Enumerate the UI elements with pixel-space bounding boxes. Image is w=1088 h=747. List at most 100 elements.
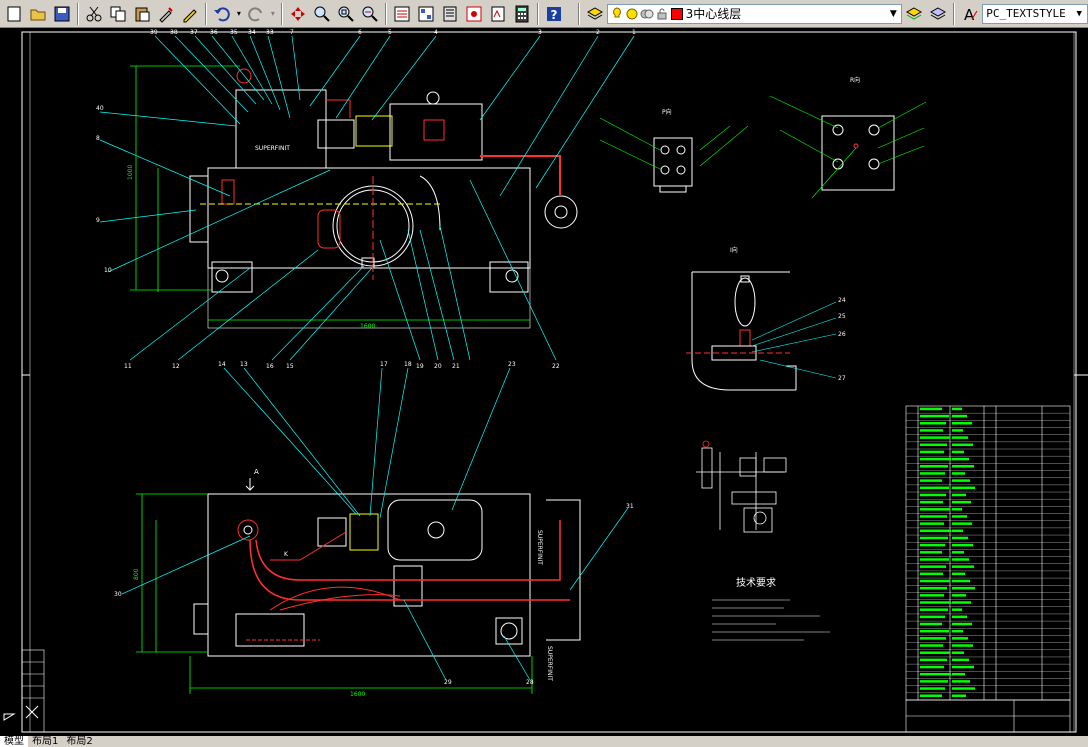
balloon-27: 27 [838, 375, 846, 382]
view-a-label: A [254, 468, 259, 476]
parts-list-code-mark [920, 457, 951, 461]
undo-dropdown-icon[interactable]: ▾ [235, 3, 243, 25]
redo-dropdown-icon[interactable]: ▾ [269, 3, 277, 25]
design-center-icon[interactable] [415, 3, 437, 25]
tab-layout2[interactable]: 布局2 [62, 736, 96, 747]
layout-tabs: 模型 布局1 布局2 [0, 736, 1088, 747]
paste-icon[interactable] [131, 3, 153, 25]
chevron-down-icon[interactable]: ▼ [1071, 5, 1087, 23]
layer-on-icon[interactable] [610, 6, 624, 21]
current-layer-name: 3中心线层 [685, 7, 742, 21]
text-style-name: PC_TEXTSTYLE [986, 7, 1066, 20]
qnew-icon[interactable] [3, 3, 25, 25]
parts-list-name-mark [952, 515, 967, 518]
parts-list-name-mark [952, 500, 971, 504]
drawing-canvas[interactable]: 1000 1600 SUPERFINIT 39 38 37 36 35 34 3… [0, 28, 1088, 736]
tool-palettes-icon[interactable] [439, 3, 461, 25]
parts-list-code-mark [920, 694, 942, 697]
parts-list-code-mark [920, 493, 946, 497]
tank-body [207, 167, 531, 269]
matchprop-icon[interactable] [155, 3, 177, 25]
parts-list-code-mark [920, 522, 944, 525]
layer-thaw-icon[interactable] [625, 7, 639, 21]
parts-list-code-mark [920, 515, 947, 518]
sheet-set-icon[interactable] [463, 3, 485, 25]
balloon-26: 26 [838, 331, 846, 338]
markup-icon[interactable] [487, 3, 509, 25]
text-style-combo[interactable]: PC_TEXTSTYLE ▼ [982, 3, 1088, 24]
layer-control-combo[interactable]: 3中心线层 ▼ [606, 3, 903, 24]
parts-list [905, 405, 1071, 733]
inner-frame [29, 31, 1075, 733]
calculator-icon[interactable] [511, 3, 533, 25]
parts-list-rows [906, 413, 1070, 701]
dim-top-height: 1000 [127, 165, 134, 180]
parts-list-name-mark [952, 687, 975, 690]
parts-list-name-mark [952, 672, 965, 676]
plan-manifold [235, 613, 305, 647]
zoom-previous-icon[interactable] [359, 3, 381, 25]
zoom-realtime-icon[interactable] [311, 3, 333, 25]
save-icon[interactable] [51, 3, 73, 25]
parts-list-code-mark [920, 615, 945, 619]
chevron-down-icon[interactable]: ▼ [885, 5, 901, 23]
parts-list-name-mark [952, 414, 967, 418]
parts-list-code-mark [920, 594, 944, 597]
block-editor-icon[interactable] [179, 3, 201, 25]
tab-layout1[interactable]: 布局1 [28, 736, 62, 747]
copy-icon[interactable] [107, 3, 129, 25]
dim-bottom-width: 1600 [350, 691, 365, 698]
parts-list-code-mark [920, 565, 946, 568]
undo-icon[interactable] [211, 3, 233, 25]
balloon-38: 38 [170, 29, 178, 36]
make-object-layer-current-icon[interactable] [903, 3, 925, 25]
layer-previous-icon[interactable] [927, 3, 949, 25]
parts-list-code-mark [920, 622, 942, 626]
balloon-2: 2 [596, 29, 600, 36]
redo-icon[interactable] [245, 3, 267, 25]
layer-viewport-icon[interactable] [640, 7, 654, 21]
parts-list-name-mark [952, 601, 971, 604]
motor-lift-eye [426, 91, 440, 105]
help-icon[interactable]: ? [543, 3, 565, 25]
layer-properties-icon[interactable] [584, 3, 606, 25]
parts-list-name-mark [952, 457, 969, 461]
parts-list-name-mark [952, 465, 974, 468]
parts-list-name-mark [952, 586, 975, 590]
parts-list-code-mark [920, 680, 948, 683]
plan-view-dims [136, 493, 533, 694]
parts-list-name-mark [952, 529, 963, 533]
parts-list-code-mark [920, 472, 945, 475]
manifold-block [235, 89, 327, 169]
cut-icon[interactable] [83, 3, 105, 25]
tank-foot-right [489, 261, 529, 293]
r-view-leaders [769, 95, 927, 199]
balloon-1: 1 [632, 29, 636, 36]
i-view [686, 271, 797, 391]
parts-list-name-mark [952, 407, 962, 411]
parts-list-code-mark [920, 529, 951, 533]
parts-list-name-mark [952, 565, 974, 568]
parts-list-code-mark [920, 558, 949, 561]
layer-lock-icon[interactable] [655, 7, 669, 21]
parts-list-name-mark [952, 486, 975, 490]
leaders-bottom [121, 367, 629, 681]
open-icon[interactable] [27, 3, 49, 25]
balloon-15: 15 [286, 363, 294, 370]
tab-model[interactable]: 模型 [0, 736, 28, 747]
properties-icon[interactable] [391, 3, 413, 25]
svg-text:A: A [964, 6, 975, 23]
parts-list-code-mark [920, 500, 943, 504]
p-view-leaders [599, 117, 749, 171]
text-style-icon[interactable]: A [959, 3, 981, 25]
ucs-icon [3, 705, 39, 721]
zoom-window-icon[interactable] [335, 3, 357, 25]
parts-list-code-mark [920, 536, 948, 540]
toolbar-separator [76, 2, 79, 25]
balloon-16: 16 [266, 363, 274, 370]
parts-list-code-mark [920, 658, 947, 662]
balloon-36: 36 [210, 29, 218, 36]
pan-realtime-icon[interactable] [287, 3, 309, 25]
i-view-leaders [751, 301, 837, 379]
filler-cap [221, 179, 235, 205]
